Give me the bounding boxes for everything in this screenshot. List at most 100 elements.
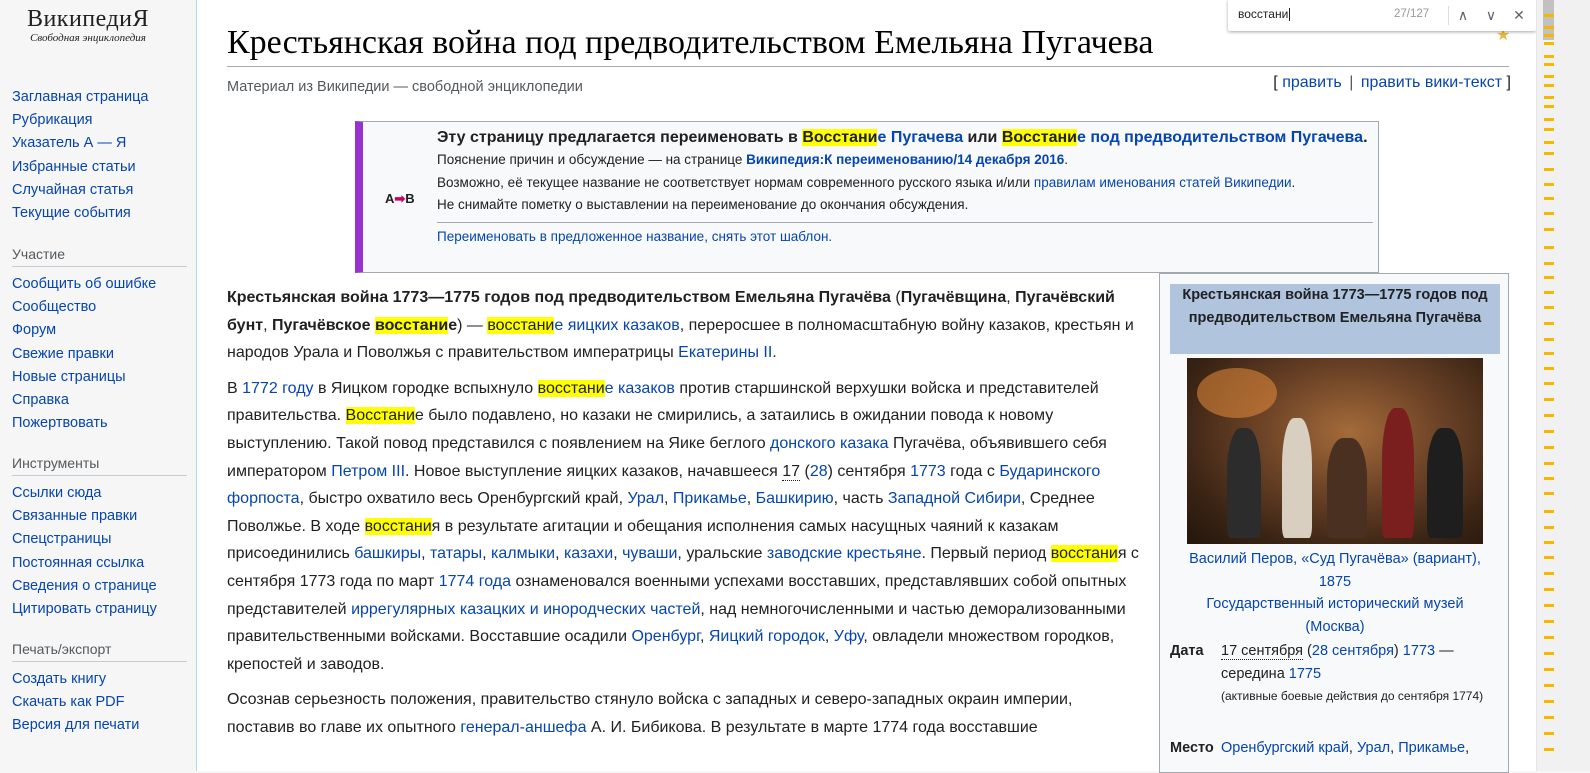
edit-link[interactable]: править	[1282, 74, 1342, 91]
rename-action-link[interactable]: Переименовать в предложенное название	[437, 229, 704, 244]
link-cossack-uprising[interactable]: е казаков	[605, 380, 675, 397]
link-orenburg[interactable]: Оренбург	[631, 628, 700, 645]
bracket-close: ]	[1506, 74, 1511, 91]
naming-rules-link[interactable]: правилам именования статей Википедии	[1034, 175, 1292, 190]
link-factory-peasants[interactable]: заводские крестьяне	[767, 545, 922, 562]
nav-item-create-book[interactable]: Создать книгу	[12, 668, 187, 691]
nav-item-main-page[interactable]: Заглавная страница	[12, 86, 187, 109]
nav-item-report-error[interactable]: Сообщить об ошибке	[12, 273, 187, 296]
proposed-name-link-1[interactable]: е Пугачева	[877, 129, 963, 146]
link-peter-iii[interactable]: Петром III	[331, 463, 405, 480]
find-match-marker	[1544, 352, 1554, 355]
notice-divider	[437, 221, 1373, 223]
nav-item-community[interactable]: Сообщество	[12, 296, 187, 319]
nav-item-related-changes[interactable]: Связанные правки	[12, 505, 187, 528]
find-bar: восстани 27/127 ∧ ∨ ✕	[1228, 0, 1536, 31]
find-match-marker	[1544, 152, 1554, 155]
link-western-siberia[interactable]: Западной Сибири	[888, 490, 1021, 507]
link-1875[interactable]: 1875	[1319, 574, 1351, 590]
link-orenburg-krai[interactable]: Оренбургский край	[1221, 740, 1349, 756]
link-bashkiria[interactable]: Башкирию	[756, 490, 834, 507]
link-general-anshef[interactable]: генерал-аншефа	[460, 719, 586, 736]
link-irregular-units[interactable]: иррегулярных казацких и инородческих час…	[351, 601, 700, 618]
link-perov[interactable]: Василий Перов	[1189, 551, 1293, 567]
infobox-title: Крестьянская война 1773—1775 годов под п…	[1170, 284, 1500, 354]
link-year-1773[interactable]: 1773	[1403, 643, 1435, 659]
link-28-september[interactable]: 28 сентября	[1312, 643, 1394, 659]
link-prikamye-ib[interactable]: Прикамье	[1398, 740, 1465, 756]
place-label: Место	[1170, 740, 1214, 756]
link-year-1775[interactable]: 1775	[1289, 666, 1321, 682]
infobox: Крестьянская война 1773—1775 годов под п…	[1159, 273, 1509, 773]
link-tatars[interactable]: татары	[430, 545, 482, 562]
find-match-marker	[1544, 446, 1554, 449]
chevron-up-icon: ∧	[1457, 7, 1469, 23]
nav-item-permanent-link[interactable]: Постоянная ссылка	[12, 552, 187, 575]
link-ural-ib[interactable]: Урал	[1357, 740, 1390, 756]
nav-item-help[interactable]: Справка	[12, 389, 187, 412]
nav-item-featured[interactable]: Избранные статьи	[12, 156, 187, 179]
find-match-marker	[1544, 26, 1554, 29]
nav-item-special-pages[interactable]: Спецстраницы	[12, 528, 187, 551]
link-prikamye[interactable]: Прикамье	[673, 490, 747, 507]
link-trial-of-pugachev[interactable]: «Суд Пугачёва» (вариант)	[1301, 551, 1477, 567]
nav-item-current-events[interactable]: Текущие события	[12, 202, 187, 225]
find-match-marker	[1544, 246, 1554, 249]
search-highlight: Восстани	[1001, 129, 1077, 146]
link-history-museum[interactable]: Государственный исторический музей	[1206, 596, 1463, 612]
nav-item-new-pages[interactable]: Новые страницы	[12, 366, 187, 389]
link-1772[interactable]: 1772 году	[242, 380, 313, 397]
nav-item-cite-page[interactable]: Цитировать страницу	[12, 598, 187, 621]
painting-image[interactable]	[1187, 358, 1483, 544]
link-chuvash[interactable]: чуваши	[622, 545, 677, 562]
paragraph-3: Осознав серьезность положения, правитель…	[227, 691, 1073, 736]
link-1774[interactable]: 1774 года	[439, 573, 511, 590]
link-kalmyks[interactable]: калмыки	[491, 545, 555, 562]
discussion-link[interactable]: Википедия:К переименованию/14 декабря 20…	[746, 152, 1064, 167]
date-17: 17	[782, 462, 801, 481]
wikipedia-logo[interactable]: ВикипедиЯ Свободная энциклопедия	[18, 6, 158, 45]
find-match-marker	[1544, 168, 1554, 171]
link-catherine-ii[interactable]: Екатерины II	[678, 344, 772, 361]
find-input[interactable]: восстани	[1238, 7, 1291, 22]
nav-item-page-info[interactable]: Сведения о странице	[12, 575, 187, 598]
search-highlight: Восстани	[802, 129, 878, 146]
link-1773[interactable]: 1773	[910, 463, 946, 480]
link-ufa[interactable]: Уфу	[834, 628, 864, 645]
nav-item-recent-changes[interactable]: Свежие правки	[12, 343, 187, 366]
link-don-cossack[interactable]: донского казака	[770, 435, 889, 452]
nav-item-index[interactable]: Указатель А — Я	[12, 132, 187, 155]
link-yaitsky-gorodok[interactable]: Яицкий городок	[709, 628, 825, 645]
link-bashkirs[interactable]: башкиры	[354, 545, 421, 562]
link-kazakhs[interactable]: казахи	[564, 545, 613, 562]
find-match-marker	[1544, 732, 1554, 735]
link-moscow[interactable]: Москва	[1310, 619, 1360, 635]
find-match-marker	[1544, 306, 1554, 309]
nav-item-forum[interactable]: Форум	[12, 319, 187, 342]
find-match-marker	[1544, 382, 1554, 385]
nav-item-donate[interactable]: Пожертвовать	[12, 412, 187, 435]
nav-item-random[interactable]: Случайная статья	[12, 179, 187, 202]
chevron-down-icon: ∨	[1485, 7, 1497, 23]
link-yaik-cossacks[interactable]: е яицких казаков	[554, 317, 679, 334]
remove-template-link[interactable]: снять этот шаблон	[712, 229, 829, 244]
find-match-marker	[1544, 197, 1554, 200]
nav-item-what-links-here[interactable]: Ссылки сюда	[12, 482, 187, 505]
proposed-name-link-2[interactable]: е под предводительством Пугачева	[1077, 129, 1363, 146]
edit-source-link[interactable]: править вики-текст	[1361, 74, 1502, 91]
find-next-button[interactable]: ∨	[1480, 4, 1502, 26]
page-title: Крестьянская война под предводительством…	[227, 24, 1154, 61]
link-28[interactable]: 28	[810, 463, 828, 480]
nav-item-printable-version[interactable]: Версия для печати	[12, 714, 187, 737]
find-close-button[interactable]: ✕	[1508, 4, 1530, 26]
notice-line-rules: Возможно, её текущее название не соответ…	[437, 174, 1296, 190]
nav-item-download-pdf[interactable]: Скачать как PDF	[12, 691, 187, 714]
nav-item-categories[interactable]: Рубрикация	[12, 109, 187, 132]
page-scrollbar[interactable]	[1536, 0, 1561, 771]
search-highlight: восстани	[537, 379, 605, 397]
link-ural[interactable]: Урал	[627, 490, 664, 507]
find-previous-button[interactable]: ∧	[1452, 4, 1474, 26]
find-match-marker	[1544, 541, 1554, 544]
rename-notice-box: A➡B Эту страницу предлагается переименов…	[355, 121, 1379, 273]
notice-line-discussion: Пояснение причин и обсуждение — на стран…	[437, 152, 1069, 167]
